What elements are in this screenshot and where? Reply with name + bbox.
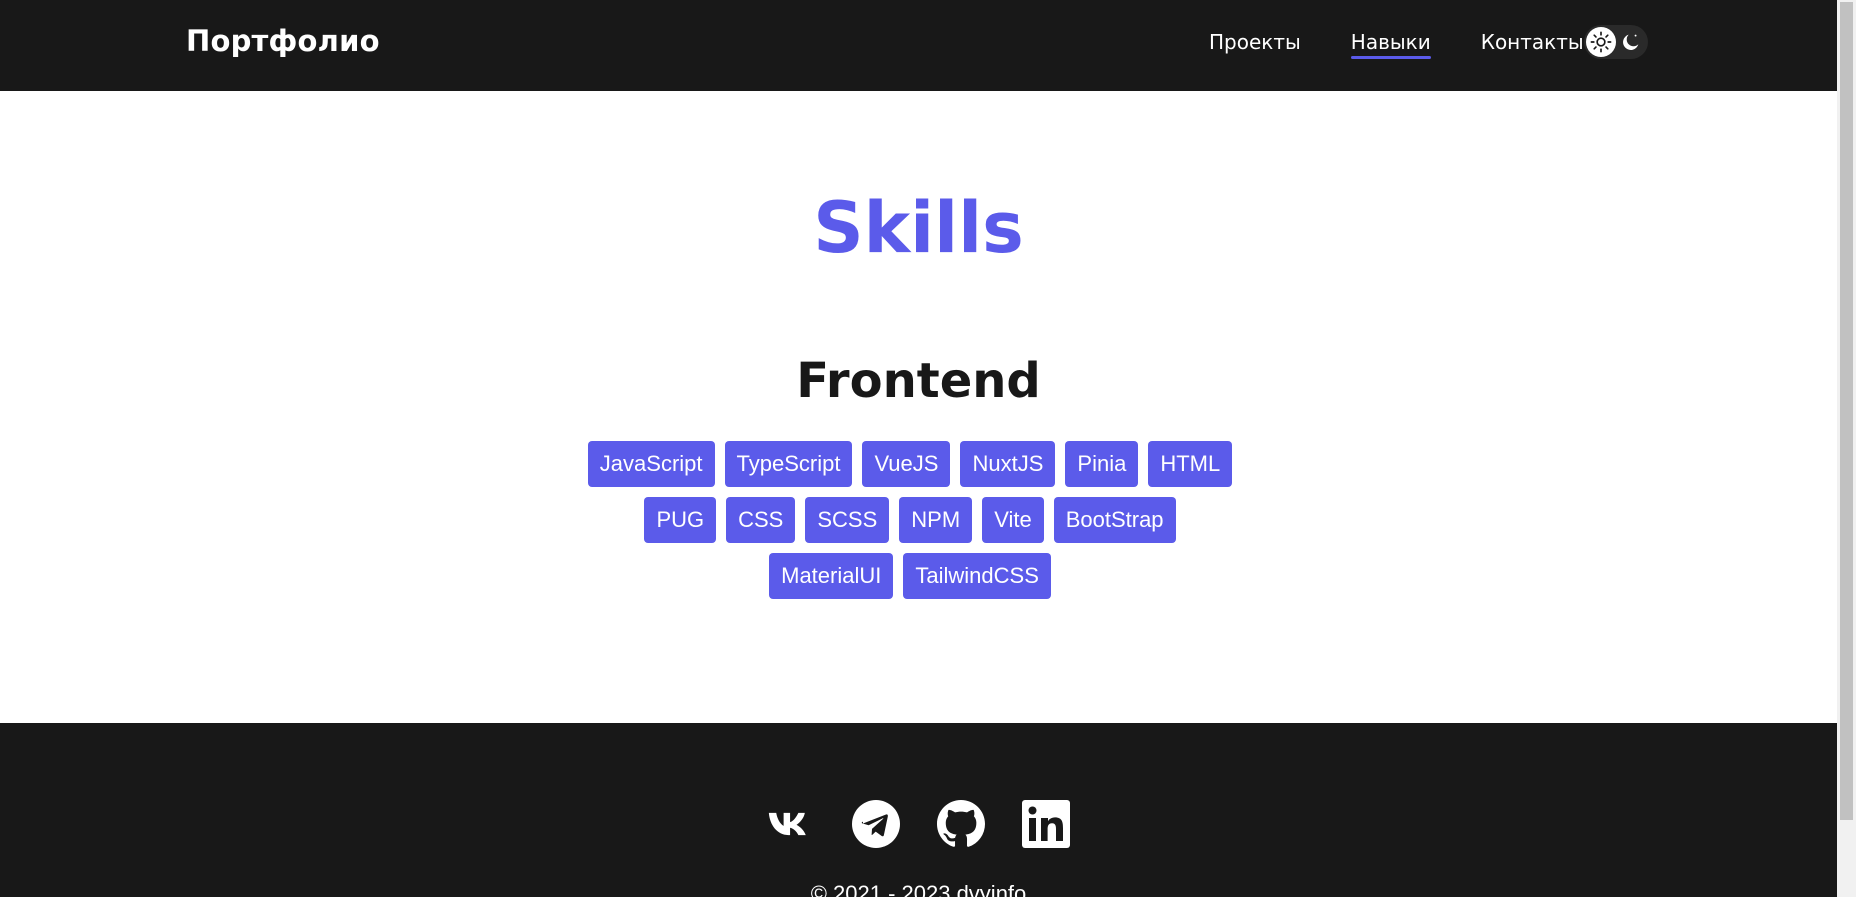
skill-chip: NPM — [899, 497, 973, 543]
social-links — [0, 800, 1837, 848]
skill-chip: TailwindCSS — [903, 553, 1051, 599]
nav-link-projects[interactable]: Проекты — [1209, 29, 1301, 55]
skill-chip: VueJS — [862, 441, 951, 487]
page-title: Skills — [813, 187, 1024, 269]
telegram-icon[interactable] — [852, 800, 900, 848]
section-title: Frontend — [796, 353, 1041, 409]
page-scrollbar[interactable] — [1837, 0, 1856, 897]
vk-icon[interactable] — [767, 800, 815, 848]
skill-chip: BootStrap — [1053, 497, 1176, 543]
skill-chip: MaterialUI — [769, 553, 894, 599]
skill-chip: Pinia — [1065, 441, 1139, 487]
nav-link-contacts[interactable]: Контакты — [1481, 29, 1584, 55]
site-footer: © 2021 - 2023 dvyinfo — [0, 723, 1837, 897]
sun-icon — [1586, 27, 1616, 57]
nav-link-skills[interactable]: Навыки — [1350, 29, 1431, 59]
main-nav: Проекты Навыки Контакты — [1209, 29, 1634, 59]
skill-chip: SCSS — [805, 497, 890, 543]
skills-section: Skills Frontend JavaScript TypeScript Vu… — [0, 91, 1837, 723]
page: Портфолио Проекты Навыки Контакты Skills… — [0, 0, 1837, 897]
scrollbar-thumb[interactable] — [1840, 2, 1853, 820]
skill-chip: HTML — [1148, 441, 1233, 487]
site-header: Портфолио Проекты Навыки Контакты — [0, 0, 1837, 91]
linkedin-icon[interactable] — [1022, 800, 1070, 848]
moon-icon — [1618, 29, 1644, 55]
skill-chip: CSS — [726, 497, 796, 543]
skill-chip: NuxtJS — [960, 441, 1056, 487]
copyright-text: © 2021 - 2023 dvyinfo — [810, 881, 1027, 897]
skill-chip: JavaScript — [587, 441, 715, 487]
skill-chip: PUG — [644, 497, 717, 543]
theme-toggle[interactable] — [1584, 25, 1648, 59]
github-icon[interactable] — [937, 800, 985, 848]
skill-chip: TypeScript — [724, 441, 853, 487]
site-logo[interactable]: Портфолио — [186, 24, 380, 58]
skill-chip: Vite — [982, 497, 1044, 543]
skills-list: JavaScript TypeScript VueJS NuxtJS Pinia… — [580, 441, 1240, 599]
